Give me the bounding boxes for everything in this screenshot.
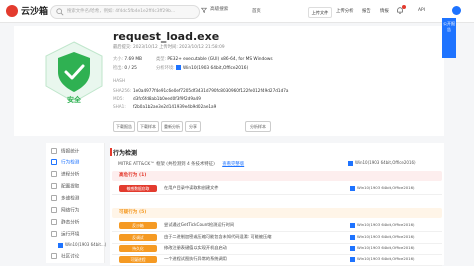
config-icon bbox=[51, 183, 57, 189]
behavior-row[interactable]: 可疑进程 一个进程试图执行异常的系统调用 Win10(1903 64bit,Of… bbox=[112, 254, 442, 266]
community-icon bbox=[51, 253, 57, 259]
sidebar-item-process[interactable]: 进程分析 bbox=[51, 171, 79, 178]
public-report-ribbon[interactable]: 公开报告 bbox=[442, 18, 456, 58]
windows-icon bbox=[350, 185, 355, 191]
hash-heading: HASH bbox=[113, 79, 126, 84]
intel-icon bbox=[51, 148, 57, 154]
network-icon bbox=[51, 207, 57, 213]
sidebar-item-env-win10[interactable]: Win10(1903 64bit...) bbox=[58, 242, 106, 248]
group-suspicious[interactable]: 可疑行为 (5) bbox=[112, 208, 442, 218]
brand-name: 云沙箱 bbox=[21, 7, 49, 17]
section-accent-bar bbox=[110, 148, 112, 156]
tag-badge: 反沙箱 bbox=[119, 222, 157, 229]
upload-button[interactable]: 上传文件 bbox=[308, 7, 332, 18]
filter-icon bbox=[201, 7, 207, 13]
attck-env-tag[interactable]: Win10(1903 64bit,Office2016) bbox=[348, 160, 416, 166]
search-placeholder: 搜索文件名/哈希，例如: 4f4dc5fb4e1e2ff4c3ff29b... bbox=[67, 9, 176, 14]
behavior-env: Win10(1903 64bit,Office2016) bbox=[350, 185, 415, 191]
behavior-desc: 在用户目录中读取和创建文件 bbox=[164, 185, 219, 190]
search-input[interactable]: 搜索文件名/哈希，例如: 4f4dc5fb4e1e2ff4c3ff29b... bbox=[50, 5, 200, 19]
analyze-sample-button[interactable]: 分析样本 bbox=[245, 121, 271, 132]
size-field: 大小: 7.69 MB bbox=[113, 57, 143, 62]
submit-meta: 最后提交: 2023/10/12 上传时间: 2023/10/12 21:58:… bbox=[113, 45, 225, 50]
sidebar-item-multi-detect[interactable]: 多维检测 bbox=[51, 195, 79, 202]
process-icon bbox=[51, 171, 57, 177]
windows-icon bbox=[350, 234, 355, 240]
behavior-env: Win10(1903 64bit,Office2016) bbox=[350, 256, 415, 262]
sidebar-item-config[interactable]: 配置提取 bbox=[51, 183, 79, 190]
avatar[interactable] bbox=[452, 6, 461, 15]
behavior-row[interactable]: 敏感数据窃取 在用户目录中读取和创建文件 Win10(1903 64bit,Of… bbox=[112, 183, 442, 195]
top-bar: 云沙箱 搜索文件名/哈希，例如: 4f4dc5fb4e1e2ff4c3ff29b… bbox=[0, 0, 474, 23]
behavior-env: Win10(1903 64bit,Office2016) bbox=[350, 245, 415, 251]
windows-icon bbox=[176, 65, 182, 70]
report-sidebar: 情报统计 行为检测 进程分析 配置提取 多维检测 网络行为 静态分析 运行环境 … bbox=[46, 143, 106, 263]
detect-field: 检出: 0 / 25 bbox=[113, 66, 137, 71]
sidebar-item-network[interactable]: 网络行为 bbox=[51, 207, 79, 214]
env-icon bbox=[51, 231, 57, 237]
sidebar-item-env[interactable]: 运行环境 bbox=[51, 231, 79, 238]
tag-badge: 可疑进程 bbox=[119, 256, 157, 263]
windows-icon bbox=[348, 160, 353, 166]
search-icon bbox=[56, 8, 64, 16]
type-field: 类型: PE32+ executable (GUI) x86-64, for M… bbox=[156, 57, 273, 62]
behavior-env: Win10(1903 64bit,Office2016) bbox=[350, 222, 415, 228]
behavior-desc: 一个进程试图执行异常的系统调用 bbox=[164, 256, 227, 261]
logo-mark-icon bbox=[6, 5, 18, 17]
attck-full-link[interactable]: 查看完整版 bbox=[222, 162, 244, 167]
behavior-env: Win10(1903 64bit,Office2016) bbox=[350, 234, 415, 240]
sidebar-item-intel[interactable]: 情报统计 bbox=[51, 148, 79, 155]
nav-intel[interactable]: 情报 bbox=[380, 8, 389, 14]
multi-detect-icon bbox=[51, 195, 57, 201]
windows-icon bbox=[350, 245, 355, 251]
share-button[interactable]: 分享 bbox=[185, 121, 201, 132]
nav-home[interactable]: 首页 bbox=[252, 8, 261, 14]
verdict-label: 安全 bbox=[67, 96, 81, 104]
behavior-row[interactable]: 反沙箱 尝试通过GetTickCount检测运行时间 Win10(1903 64… bbox=[112, 220, 442, 232]
tag-badge: 敏感数据窃取 bbox=[119, 185, 157, 192]
behavior-desc: 尝试通过GetTickCount检测运行时间 bbox=[164, 222, 235, 227]
file-name: request_load.exe bbox=[113, 30, 220, 43]
windows-icon bbox=[350, 256, 355, 262]
reanalyze-button[interactable]: 重新分析 bbox=[161, 121, 183, 132]
behavior-desc: 由于二进制加密或压缩可能包含未知代码混淆: 可能被压缩 bbox=[164, 234, 272, 239]
tag-badge: 反调试 bbox=[119, 234, 157, 241]
attck-summary: MITRE ATT&CK™ 框架 (共检测到 4 条技术特征) 查看完整版 bbox=[118, 162, 245, 167]
env-field: 分析环境: Win10(1903 64bit,Office2016) bbox=[156, 65, 249, 71]
tag-badge: 持久化 bbox=[119, 245, 157, 252]
nav-upload-analysis[interactable]: 上传分析 bbox=[336, 8, 354, 14]
download-report-button[interactable]: 下载报告 bbox=[113, 121, 135, 132]
nav-api[interactable]: API bbox=[418, 8, 425, 13]
nav-report[interactable]: 报告 bbox=[362, 8, 371, 14]
sidebar-item-static[interactable]: 静态分析 bbox=[51, 219, 79, 226]
sidebar-item-behavior[interactable]: 行为检测 bbox=[51, 159, 79, 166]
static-icon bbox=[51, 219, 57, 225]
windows-icon bbox=[350, 222, 355, 228]
download-sample-button[interactable]: 下载样本 bbox=[137, 121, 159, 132]
behavior-icon bbox=[51, 159, 57, 165]
behavior-title: 行为检测 bbox=[113, 150, 138, 157]
behavior-desc: 修改注册表键值以实现开机自启动 bbox=[164, 245, 227, 250]
group-high-risk[interactable]: 高危行为 (1) bbox=[112, 171, 442, 181]
advanced-search-link[interactable]: 高级搜索 bbox=[210, 6, 228, 12]
sidebar-item-community[interactable]: 社区讨论 bbox=[51, 253, 79, 260]
windows-icon bbox=[58, 242, 63, 248]
notification-badge bbox=[402, 5, 406, 9]
